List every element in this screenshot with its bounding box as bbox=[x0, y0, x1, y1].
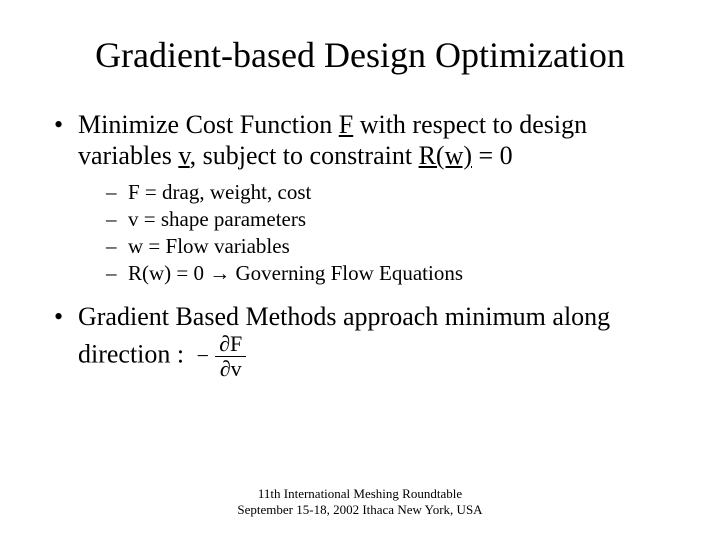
gradient-expression: − ∂F ∂v bbox=[197, 333, 247, 380]
slide: Gradient-based Design Optimization Minim… bbox=[0, 0, 720, 540]
symbol-Rw: R(w) bbox=[419, 141, 472, 170]
fraction-numerator: ∂F bbox=[215, 333, 246, 356]
symbol-v: v bbox=[231, 356, 242, 381]
bullet-minimize: Minimize Cost Function F with respect to… bbox=[54, 110, 672, 288]
partial-icon: ∂ bbox=[220, 356, 231, 381]
sub-bullet-v: v = shape parameters bbox=[106, 206, 672, 233]
slide-title: Gradient-based Design Optimization bbox=[48, 34, 672, 76]
slide-footer: 11th International Meshing Roundtable Se… bbox=[0, 486, 720, 519]
arrow-icon: → bbox=[209, 262, 230, 285]
symbol-F: F bbox=[339, 110, 353, 139]
sub-bullet-F: F = drag, weight, cost bbox=[106, 179, 672, 206]
fraction-denominator: ∂v bbox=[216, 357, 246, 380]
sub-bullet-Rw: R(w) = 0 → Governing Flow Equations bbox=[106, 260, 672, 288]
symbol-F: F bbox=[230, 331, 242, 356]
text-fragment: = 0 bbox=[472, 141, 513, 170]
footer-line-1: 11th International Meshing Roundtable bbox=[0, 486, 720, 502]
sub-bullet-w: w = Flow variables bbox=[106, 233, 672, 260]
footer-line-2: September 15-18, 2002 Ithaca New York, U… bbox=[0, 502, 720, 518]
minus-sign: − bbox=[197, 345, 215, 367]
bullet-gradient: Gradient Based Methods approach minimum … bbox=[54, 302, 672, 380]
symbol-v: v bbox=[178, 141, 189, 170]
text-fragment: , subject to constraint bbox=[190, 141, 419, 170]
sub-bullet-list: F = drag, weight, cost v = shape paramet… bbox=[78, 179, 672, 288]
fraction: ∂F ∂v bbox=[215, 333, 246, 380]
text-fragment: Gradient Based Methods approach minimum … bbox=[78, 302, 610, 368]
text-fragment: Governing Flow Equations bbox=[230, 261, 463, 285]
bullet-list: Minimize Cost Function F with respect to… bbox=[48, 110, 672, 380]
partial-icon: ∂ bbox=[219, 331, 230, 356]
text-fragment: Minimize Cost Function bbox=[78, 110, 339, 139]
text-fragment: R(w) = 0 bbox=[128, 261, 209, 285]
